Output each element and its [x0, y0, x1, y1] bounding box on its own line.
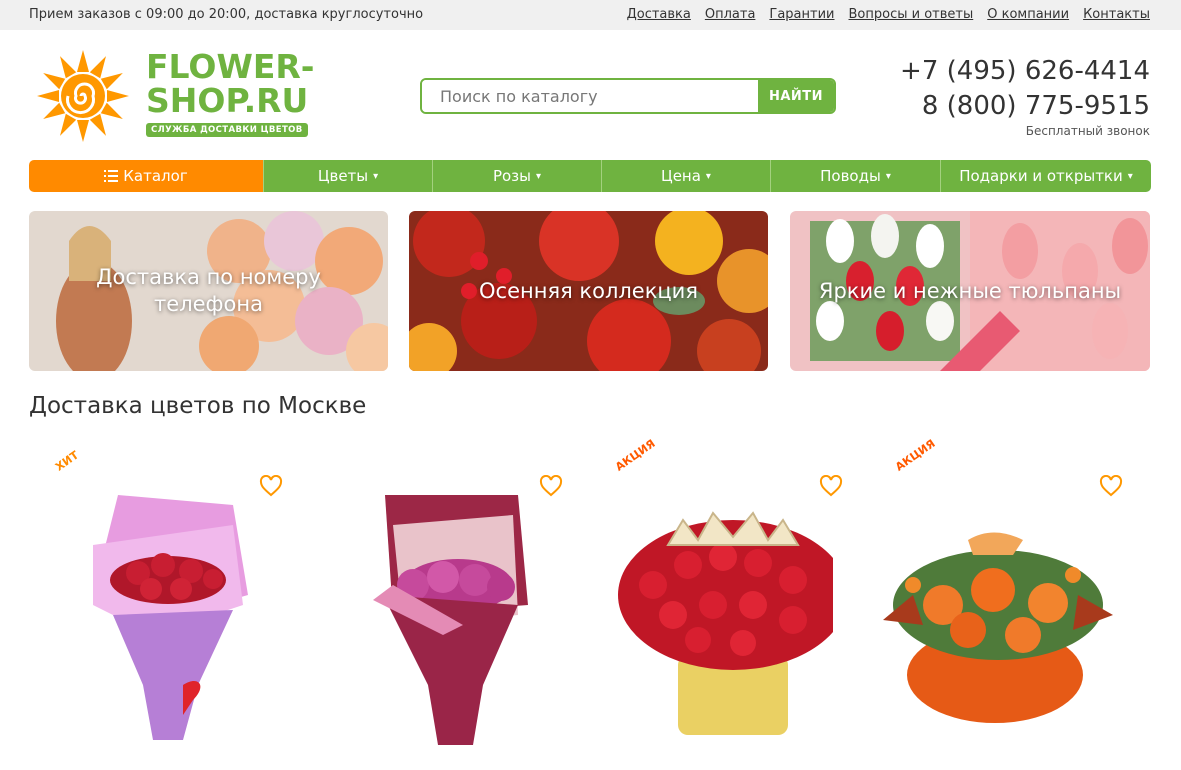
- banner-autumn[interactable]: Осенняя коллекция: [409, 211, 768, 371]
- logo-line-2: SHOP.RU: [146, 81, 309, 120]
- link-contacts[interactable]: Контакты: [1083, 7, 1150, 22]
- logo-wordmark: FLOWER- SHOP.RU: [146, 50, 315, 118]
- working-hours-text: Прием заказов с 09:00 до 20:00, доставка…: [29, 7, 424, 22]
- logo-tagline: СЛУЖБА ДОСТАВКИ ЦВЕТОВ: [146, 123, 308, 137]
- chevron-down-icon: ▾: [1127, 170, 1133, 182]
- menu-price[interactable]: Цена ▾: [601, 160, 770, 192]
- link-payment[interactable]: Оплата: [705, 7, 756, 22]
- contact-phones: +7 (495) 626-4414 8 (800) 775-9515 Беспл…: [900, 54, 1150, 138]
- main-menu: Каталог Цветы ▾ Розы ▾ Цена ▾ Поводы ▾ Подар…: [29, 160, 1151, 192]
- link-guarantees[interactable]: Гарантии: [769, 7, 834, 22]
- menu-gifts[interactable]: Подарки и открытки ▾: [940, 160, 1151, 192]
- product-image: [373, 495, 528, 745]
- banner-tulips-caption: Яркие и нежные тюльпаны: [818, 278, 1122, 303]
- free-call-note: Бесплатный звонок: [1025, 124, 1150, 138]
- sale-badge: АКЦИЯ: [613, 436, 658, 474]
- banner-autumn-caption: Осенняя коллекция: [479, 278, 698, 303]
- sun-logo-icon: [37, 50, 129, 142]
- catalog-search: НАЙТИ: [420, 78, 836, 114]
- product-card[interactable]: АКЦИЯ: [873, 437, 1123, 755]
- link-faq[interactable]: Вопросы и ответы: [849, 7, 974, 22]
- link-delivery[interactable]: Доставка: [627, 7, 691, 22]
- chevron-down-icon: ▾: [705, 170, 711, 182]
- sale-badge: АКЦИЯ: [893, 436, 938, 474]
- product-image: [883, 532, 1113, 723]
- banner-tulips[interactable]: Яркие и нежные тюльпаны: [790, 211, 1150, 371]
- menu-catalog[interactable]: Каталог: [29, 160, 263, 192]
- menu-flowers[interactable]: Цветы ▾: [263, 160, 432, 192]
- hit-badge: ХИТ: [53, 448, 82, 474]
- menu-occasions[interactable]: Поводы ▾: [770, 160, 940, 192]
- logo-line-1: FLOWER-: [146, 47, 315, 86]
- product-card[interactable]: ХИТ: [33, 449, 283, 755]
- search-button[interactable]: НАЙТИ: [758, 80, 834, 112]
- menu-roses-label: Розы: [492, 167, 531, 185]
- chevron-down-icon: ▾: [373, 170, 379, 182]
- top-info-bar: Прием заказов с 09:00 до 20:00, доставка…: [0, 0, 1181, 30]
- product-image: [618, 511, 833, 735]
- list-icon: [104, 170, 119, 182]
- banner-phone-delivery-caption: Доставка по номеру телефона: [96, 265, 321, 316]
- link-about[interactable]: О компании: [987, 7, 1069, 22]
- chevron-down-icon: ▾: [885, 170, 891, 182]
- menu-gifts-label: Подарки и открытки: [959, 167, 1123, 185]
- product-image: [93, 495, 248, 740]
- site-logo[interactable]: FLOWER- SHOP.RU СЛУЖБА ДОСТАВКИ ЦВЕТОВ: [29, 48, 339, 144]
- menu-price-label: Цена: [661, 167, 701, 185]
- menu-occasions-label: Поводы: [820, 167, 881, 185]
- phone-free[interactable]: 8 (800) 775-9515: [900, 89, 1150, 124]
- menu-catalog-label: Каталог: [123, 167, 188, 185]
- top-links: Доставка Оплата Гарантии Вопросы и ответ…: [627, 7, 1150, 22]
- product-card[interactable]: [313, 455, 563, 755]
- banner-phone-delivery[interactable]: Доставка по номеру телефона: [29, 211, 388, 371]
- promo-banners: Доставка по номеру телефона Осенняя колл…: [29, 211, 1150, 371]
- chevron-down-icon: ▾: [536, 170, 542, 182]
- product-card[interactable]: АКЦИЯ: [593, 437, 843, 755]
- menu-roses[interactable]: Розы ▾: [432, 160, 601, 192]
- phone-moscow[interactable]: +7 (495) 626-4414: [900, 54, 1150, 89]
- search-input[interactable]: [422, 80, 758, 112]
- section-title: Доставка цветов по Москве: [29, 393, 367, 419]
- menu-flowers-label: Цветы: [317, 167, 369, 185]
